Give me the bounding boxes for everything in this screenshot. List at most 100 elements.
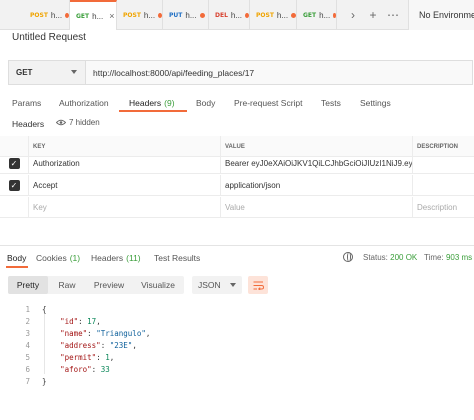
value-input[interactable]: Value (221, 197, 413, 218)
tab-label: Headers (91, 253, 124, 263)
tab-tests[interactable]: Tests (321, 92, 341, 114)
response-body-code[interactable]: 1{2 "id": 17, 3 "name": "Triangulo", 4 "ad… (0, 300, 474, 400)
unsaved-dot-icon (333, 12, 336, 18)
tab-method: POST (123, 11, 141, 19)
request-tab[interactable]: POST h... (250, 0, 297, 30)
format-select[interactable]: JSON (192, 276, 242, 294)
tab-cookies[interactable]: Cookies (1) (36, 249, 80, 267)
tab-pre-request-script[interactable]: Pre-request Script (234, 92, 303, 114)
code-text: } (42, 377, 47, 386)
unsaved-dot-icon (245, 12, 249, 18)
tab-label: Authorization (59, 98, 109, 108)
tab-count: (11) (126, 253, 141, 263)
view-raw-button[interactable]: Raw (48, 276, 86, 294)
view-visualize-button[interactable]: Visualize (132, 276, 184, 294)
code-text: "address": "23E", (60, 340, 137, 350)
chevron-right-icon[interactable]: › (344, 0, 362, 30)
row-checkbox[interactable]: ✓ (8, 180, 20, 191)
code-text: "name": "Triangulo", (60, 328, 151, 338)
code-text: "aforo": 33 (60, 364, 110, 374)
tab-name: h... (185, 10, 197, 20)
tab-method: GET (303, 11, 317, 19)
tab-method: POST (30, 11, 48, 19)
tab-settings[interactable]: Settings (360, 92, 391, 114)
tab-label: Test Results (154, 253, 201, 263)
hidden-headers-toggle[interactable]: 7 hidden (56, 118, 100, 127)
request-tab[interactable]: GET h... (297, 0, 337, 30)
tab-label: Settings (360, 98, 391, 108)
json-brace: } (42, 376, 47, 386)
json-value: 33 (100, 364, 110, 374)
code-line: 1{ (0, 303, 474, 315)
header-value-cell[interactable]: application/json (221, 175, 413, 196)
plus-icon[interactable]: + (364, 0, 382, 30)
tab-test-results[interactable]: Test Results (154, 249, 200, 267)
description-input[interactable]: Description (413, 197, 474, 218)
key-input[interactable]: Key (29, 197, 221, 218)
format-value: JSON (198, 280, 221, 290)
json-value: 17 (87, 316, 97, 326)
tab-response-body[interactable]: Body (7, 249, 26, 267)
line-number: 2 (25, 316, 30, 326)
globe-icon[interactable] (343, 252, 353, 262)
line-number: 4 (25, 340, 30, 350)
request-tab[interactable]: POST h... (24, 0, 70, 30)
url-input[interactable]: http://localhost:8000/api/feeding_places… (85, 60, 473, 85)
request-tab[interactable]: PUT h... (163, 0, 209, 30)
tab-name: h... (50, 10, 63, 20)
tab-body[interactable]: Body (196, 92, 215, 114)
tab-name: h... (92, 11, 104, 21)
headers-section-label: Headers (12, 119, 45, 129)
header-description-cell[interactable] (413, 153, 474, 174)
header-description-cell[interactable] (413, 175, 474, 196)
tab-label: Pre-request Script (234, 98, 303, 108)
tab-name: h... (143, 10, 156, 20)
json-value: "Triangulo" (96, 328, 146, 338)
tab-name: h... (276, 10, 289, 20)
unsaved-dot-icon (199, 12, 205, 18)
row-checkbox[interactable]: ✓ (8, 158, 20, 169)
tab-authorization[interactable]: Authorization (59, 92, 109, 114)
method-select[interactable]: GET (8, 60, 85, 85)
request-tab-bar: POST h... GET h... × POST h... PUT h... DEL h... PO… (0, 0, 474, 30)
chevron-down-icon (71, 70, 77, 74)
line-number: 5 (25, 352, 30, 362)
request-tab[interactable]: GET h... × (70, 0, 117, 30)
tab-response-headers[interactable]: Headers (11) (91, 249, 141, 267)
row-checkbox-cell: ✓ (0, 153, 29, 174)
request-tab[interactable]: POST h... (117, 0, 163, 30)
response-divider (0, 245, 474, 246)
header-key-cell[interactable]: Authorization (29, 153, 221, 174)
close-icon[interactable]: × (109, 11, 114, 21)
request-tab[interactable]: DEL h... (209, 0, 250, 30)
time-readout: Time: 903 ms (424, 253, 472, 262)
table-row-empty: Key Value Description (0, 197, 474, 218)
tab-method: PUT (169, 11, 183, 19)
wrap-icon (253, 281, 264, 290)
header-value-cell[interactable]: Bearer eyJ0eXAiOiJKV1QiLCJhbGciOiJIUzI1N… (221, 153, 413, 174)
time-label: Time: (424, 253, 444, 262)
unsaved-dot-icon (65, 12, 69, 18)
request-title[interactable]: Untitled Request (12, 32, 86, 43)
environment-selector[interactable]: No Environment (408, 0, 474, 30)
ellipsis-icon[interactable]: ⋯ (384, 0, 402, 30)
tab-label: Body (7, 253, 27, 263)
status-label: Status: (363, 253, 388, 262)
tab-count: (1) (69, 253, 81, 263)
json-key: "name" (60, 328, 88, 338)
code-text: "permit": 1, (60, 352, 115, 362)
header-key-cell[interactable]: Accept (29, 175, 221, 196)
status-value: 200 OK (390, 253, 418, 262)
wrap-lines-button[interactable] (248, 276, 268, 294)
tab-label: Tests (321, 98, 341, 108)
tab-name: h... (230, 10, 243, 20)
view-preview-button[interactable]: Preview (86, 276, 132, 294)
line-number: 3 (25, 328, 30, 338)
code-line: 4 "address": "23E", (0, 339, 474, 351)
hidden-count: 7 hidden (69, 118, 100, 127)
json-key: "permit" (60, 352, 97, 362)
tab-count: (9) (164, 98, 175, 108)
json-key: "address" (60, 340, 101, 350)
view-pretty-button[interactable]: Pretty (8, 276, 48, 294)
tab-params[interactable]: Params (12, 92, 41, 114)
